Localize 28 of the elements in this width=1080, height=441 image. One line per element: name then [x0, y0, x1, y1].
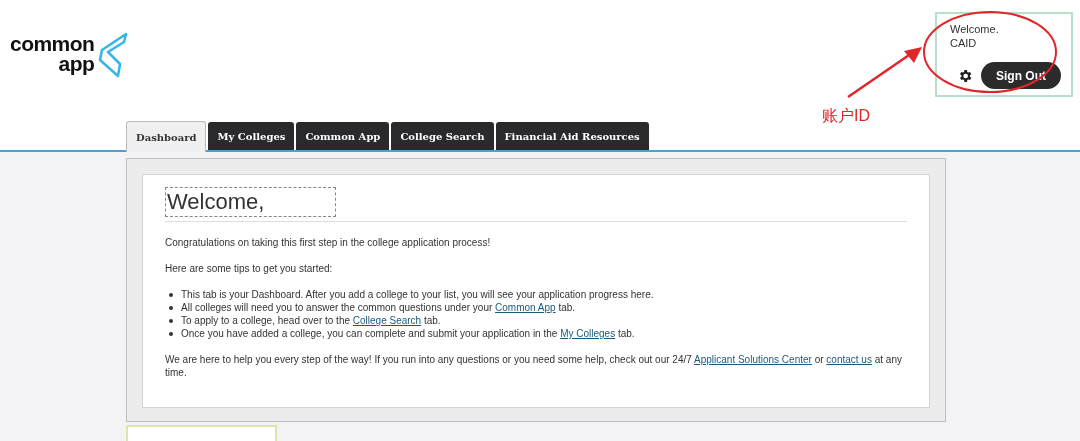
caid-label: CAID [950, 36, 978, 50]
tab[interactable]: Financial Aid Resources [495, 122, 649, 150]
tips-lead-text: Here are some tips to get you started: [165, 262, 334, 275]
link[interactable]: Applicant Solutions Center [694, 354, 812, 365]
settings-icon[interactable] [957, 67, 973, 84]
tab[interactable]: College Search [391, 122, 494, 150]
tab[interactable]: Dashboard [126, 121, 207, 152]
link[interactable]: My Colleges [560, 328, 616, 339]
tip-text: This tab is your Dashboard. After you add a college to your list, you will see your application progress here. [181, 288, 654, 301]
tab[interactable]: Common App [296, 122, 390, 150]
tip-text: All colleges will need you to answer the common questions under your Common App tab. [181, 301, 576, 314]
tab[interactable]: My Colleges [208, 122, 295, 150]
link[interactable]: College Search [352, 315, 422, 326]
bullet-icon [169, 319, 173, 323]
closing-text: We are here to help you every step of the way! If you run into any questions or you need some help, check out our 24/7 Applicant Solutions Center or contact us at any time. [165, 353, 903, 379]
tip-text: To apply to a college, head over to the College Search tab. [181, 314, 441, 327]
welcome-heading: Welcome, [165, 187, 336, 217]
annotation-label: 账户ID [822, 106, 870, 126]
bullet-icon [169, 293, 173, 297]
logo-text: app [58, 54, 95, 74]
tip-text: Once you have added a college, you can complete and submit your application in the My Colleges tab. [181, 327, 635, 340]
bullet-icon [169, 332, 173, 336]
link[interactable]: contact us [826, 354, 872, 365]
intro-text: Congratulations on taking this first step in the college application process! [165, 236, 492, 249]
logo-text: common [10, 34, 95, 54]
welcome-text: Welcome. [950, 22, 1000, 36]
link[interactable]: Common App [495, 302, 556, 313]
bullet-icon [169, 306, 173, 310]
